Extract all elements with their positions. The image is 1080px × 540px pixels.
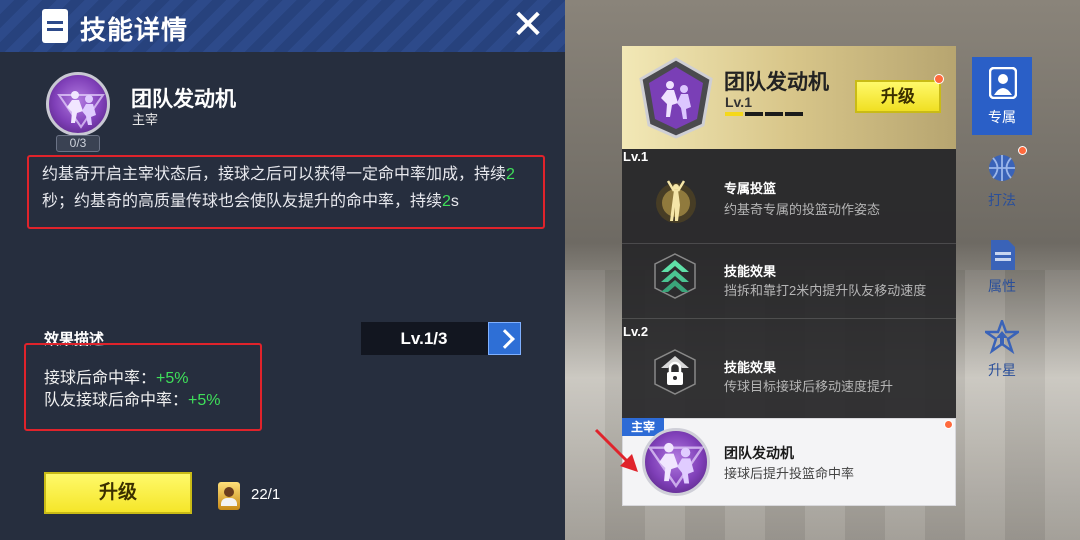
tab-label: 升星	[988, 362, 1016, 378]
duration-value: 2	[442, 193, 451, 210]
basketball-icon	[989, 155, 1015, 181]
row-description: 约基奇专属的投篮动作姿态	[724, 202, 881, 217]
skill-description: 约基奇开启主宰状态后，接球之后可以获得一定命中率加成，持续2秒；约基奇的高质量传…	[42, 166, 515, 210]
divider	[622, 318, 956, 319]
locked-upgrade-icon	[654, 349, 696, 395]
player-card-icon	[218, 482, 240, 510]
tab-label: 打法	[988, 192, 1016, 208]
row-description: 挡拆和靠打2米内提升队友移动速度	[724, 283, 927, 298]
upgrade-button[interactable]: 升级	[44, 472, 192, 514]
row-description: 传球目标接球后移动速度提升	[724, 379, 894, 394]
level-group-tag: Lv.1	[623, 149, 649, 164]
dialog-title: 技能详情	[80, 15, 189, 45]
tab-label: 属性	[988, 278, 1016, 294]
card-count: 22/1	[251, 486, 281, 503]
skill-role: 主宰	[132, 112, 159, 127]
duration-value: 2	[506, 166, 515, 183]
speed-up-arrows-icon	[654, 253, 696, 299]
next-level-button[interactable]	[488, 322, 521, 355]
annotation-arrow	[594, 428, 638, 472]
notification-dot	[944, 420, 953, 429]
effect-line: 接球后命中率：+5%	[44, 370, 189, 387]
skill-badge-icon	[46, 72, 110, 136]
notification-dot	[934, 74, 944, 84]
tab-exclusive[interactable]: 专属	[972, 57, 1032, 135]
skill-badge-icon	[642, 428, 710, 496]
star-up-icon	[985, 320, 1019, 354]
shooting-figure-icon	[656, 180, 696, 223]
skill-count-badge: 0/3	[56, 135, 100, 152]
close-button[interactable]: ✕	[510, 5, 546, 45]
skill-shield-icon	[639, 57, 713, 139]
divider	[622, 243, 956, 244]
document-icon	[991, 240, 1015, 270]
player-jersey-icon	[989, 67, 1017, 99]
header-skill-level: Lv.1	[725, 94, 752, 110]
document-icon	[42, 9, 68, 43]
header-skill-name: 团队发动机	[724, 71, 829, 94]
tab-playstyle[interactable]: 打法	[972, 146, 1032, 228]
effect-line: 队友接球后命中率：+5%	[44, 392, 221, 409]
level-progress-bar	[725, 112, 805, 116]
level-group-tag: Lv.2	[623, 324, 649, 339]
skill-detail-dialog: 技能详情 ✕ 0/3 团队发动机 主宰 约基奇开启主宰状态后，接球之后可以获得一…	[0, 0, 565, 540]
upgrade-button[interactable]: 升级	[855, 80, 941, 113]
tab-label: 专属	[988, 109, 1016, 125]
notification-dot	[1018, 146, 1027, 155]
level-label: Lv.1/3	[400, 329, 448, 348]
active-skill-name: 团队发动机	[724, 445, 794, 461]
level-selector: Lv.1/3	[361, 322, 521, 355]
active-skill-description: 接球后提升投篮命中率	[724, 466, 855, 481]
row-title: 专属投篮	[724, 181, 777, 196]
tab-attributes[interactable]: 属性	[972, 236, 1032, 314]
row-title: 技能效果	[724, 264, 777, 279]
tab-star-up[interactable]: 升星	[972, 320, 1032, 398]
row-title: 技能效果	[724, 360, 777, 375]
